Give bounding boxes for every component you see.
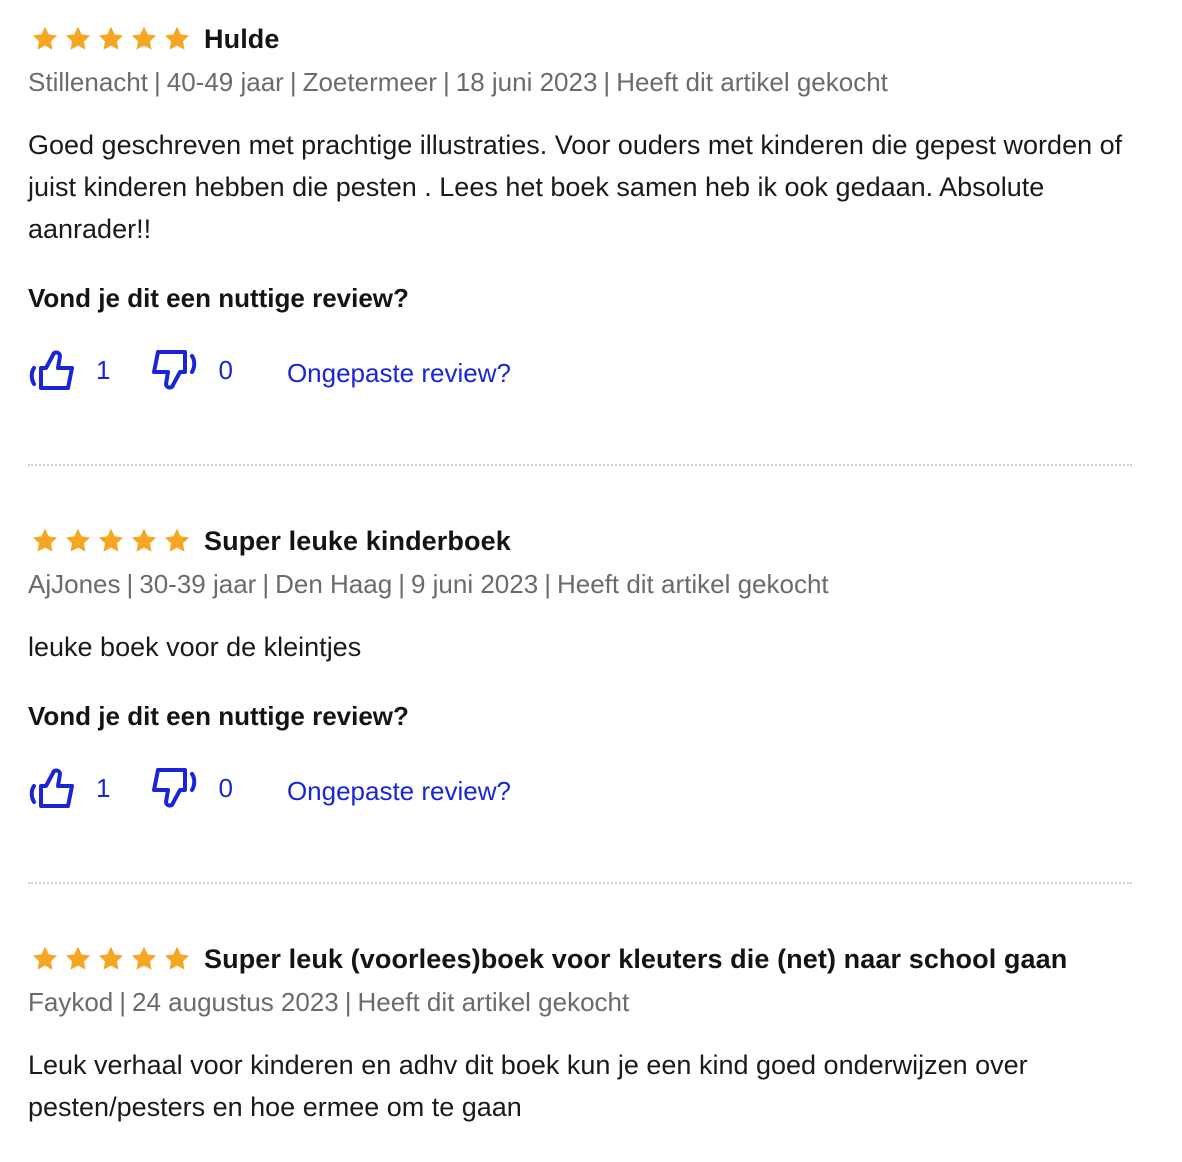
review-purchase-status: Heeft dit artikel gekocht xyxy=(616,67,888,97)
review-purchase-status: Heeft dit artikel gekocht xyxy=(556,569,829,599)
review-card: Hulde Stillenacht | 40-49 jaar | Zoetermeer |… xyxy=(28,20,1132,398)
report-review-link[interactable]: Ongepaste review? xyxy=(287,776,511,807)
helpful-question: Vond je dit een nuttige review? xyxy=(28,701,409,731)
review-meta: Stillenacht | 40-49 jaar | Zoetermeer | 18 jun… xyxy=(28,67,888,97)
review-body: Goed geschreven met prachtige illustrati… xyxy=(28,130,1123,244)
review-location: Den Haag xyxy=(275,569,393,599)
review-meta: Faykod | 24 augustus 2023 | Heeft dit artike… xyxy=(28,987,630,1017)
star-icon xyxy=(30,24,60,54)
unhelpful-count: 0 xyxy=(218,772,233,803)
helpful-count: 1 xyxy=(96,354,111,385)
thumbs-down-icon xyxy=(150,764,198,812)
review-purchase-status: Heeft dit artikel gekocht xyxy=(357,987,630,1017)
star-icon xyxy=(162,944,192,974)
review-body: Leuk verhaal voor kinderen en adhv dit b… xyxy=(28,1050,1028,1122)
thumbs-up-icon xyxy=(28,764,76,812)
review-location: Zoetermeer xyxy=(302,67,437,97)
star-icon xyxy=(129,944,159,974)
star-icon xyxy=(30,526,60,556)
review-card: Super leuke kinderboek AjJones | 30-39 jaa… xyxy=(28,522,1132,816)
review-divider xyxy=(28,464,1132,466)
review-actions: 1 0 Ongepaste review? xyxy=(28,342,1132,398)
thumbs-up-icon xyxy=(28,346,76,394)
review-title: Hulde xyxy=(204,23,280,54)
review-date: 9 juni 2023 xyxy=(410,569,539,599)
star-icon xyxy=(96,944,126,974)
helpful-question: Vond je dit een nuttige review? xyxy=(28,283,409,313)
star-icon xyxy=(63,526,93,556)
helpful-button[interactable]: 1 xyxy=(28,764,150,812)
review-author: AjJones xyxy=(28,569,121,599)
review-body: leuke boek voor de kleintjes xyxy=(28,632,362,662)
thumbs-down-icon xyxy=(150,346,198,394)
report-review-link[interactable]: Ongepaste review? xyxy=(287,358,511,389)
star-icon xyxy=(129,24,159,54)
star-icon xyxy=(63,944,93,974)
review-title: Super leuk (voorlees)boek voor kleuters … xyxy=(204,943,1068,974)
star-icon xyxy=(162,526,192,556)
helpful-button[interactable]: 1 xyxy=(28,346,150,394)
unhelpful-button[interactable]: 0 xyxy=(150,346,272,394)
review-header: Super leuk (voorlees)boek voor kleuters … xyxy=(28,940,1132,978)
review-title: Super leuke kinderboek xyxy=(204,525,511,556)
star-icon xyxy=(30,944,60,974)
star-rating xyxy=(30,526,192,556)
star-icon xyxy=(96,526,126,556)
review-divider xyxy=(28,882,1132,884)
review-header: Hulde xyxy=(28,20,1132,58)
review-card: Super leuk (voorlees)boek voor kleuters … xyxy=(28,940,1132,1128)
review-author: Faykod xyxy=(28,987,114,1017)
star-icon xyxy=(96,24,126,54)
unhelpful-button[interactable]: 0 xyxy=(150,764,272,812)
helpful-count: 1 xyxy=(96,772,111,803)
star-icon xyxy=(129,526,159,556)
review-header: Super leuke kinderboek xyxy=(28,522,1132,560)
star-rating xyxy=(30,24,192,54)
star-icon xyxy=(63,24,93,54)
review-date: 18 juni 2023 xyxy=(455,67,598,97)
review-author: Stillenacht xyxy=(28,67,148,97)
review-age: 30-39 jaar xyxy=(139,569,257,599)
star-rating xyxy=(30,944,192,974)
star-icon xyxy=(162,24,192,54)
review-age: 40-49 jaar xyxy=(166,67,284,97)
review-actions: 1 0 Ongepaste review? xyxy=(28,760,1132,816)
review-date: 24 augustus 2023 xyxy=(132,987,339,1017)
review-meta: AjJones | 30-39 jaar | Den Haag | 9 juni 2023 |… xyxy=(28,569,829,599)
unhelpful-count: 0 xyxy=(218,354,233,385)
